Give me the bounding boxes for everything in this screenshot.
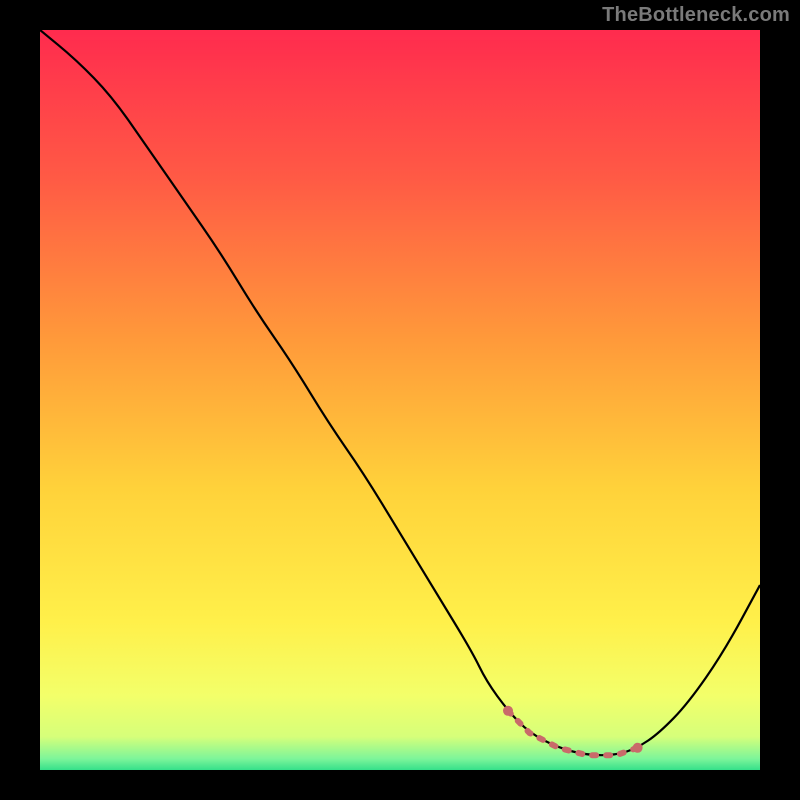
gradient-background (40, 30, 760, 770)
chart-svg (40, 30, 760, 770)
attribution-text: TheBottleneck.com (602, 4, 790, 27)
chart-plot-area (40, 30, 760, 770)
chart-frame: TheBottleneck.com (0, 0, 800, 800)
